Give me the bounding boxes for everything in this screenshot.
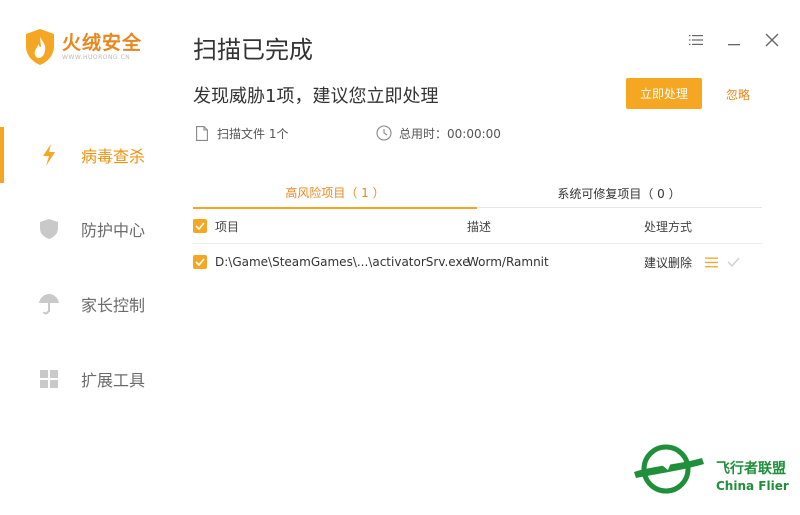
threat-description: Worm/Ramnit [467, 255, 549, 269]
scanned-files-label: 扫描文件 1个 [217, 126, 289, 141]
select-all-checkbox[interactable] [193, 208, 207, 244]
close-icon[interactable] [762, 30, 782, 50]
table-row: D:\Game\SteamGames\...\activatorSrv.exe … [193, 244, 762, 280]
watermark-en: China Flier [716, 479, 789, 493]
umbrella-icon [38, 293, 60, 315]
column-header-action: 处理方式 [644, 219, 693, 234]
threat-action[interactable]: 建议删除 [644, 244, 692, 280]
shield-icon [38, 218, 60, 240]
checkbox-checked-icon [193, 255, 207, 269]
sidebar: 火绒安全 WWW.HUORONG.CN 病毒查杀 防护中心 家长控制 扩展工具 [0, 0, 170, 515]
ignore-link[interactable]: 忽略 [726, 86, 750, 103]
app-logo: 火绒安全 WWW.HUORONG.CN [24, 28, 142, 66]
flame-shield-icon [26, 29, 54, 65]
lightning-icon [38, 144, 60, 166]
app-name: 火绒安全 [62, 32, 143, 54]
action-menu-icon[interactable] [705, 244, 718, 280]
result-tabs: 高风险项目（ 1 ） 系统可修复项目（ 0 ） [193, 178, 762, 209]
clock-icon [375, 124, 393, 142]
page-title: 扫描已完成 [193, 36, 313, 64]
menu-icon[interactable] [686, 30, 706, 50]
table-header: 项目 描述 处理方式 [193, 208, 762, 244]
handle-now-button[interactable]: 立即处理 [626, 78, 702, 109]
sidebar-item-label: 病毒查杀 [81, 147, 146, 166]
sidebar-item-label: 家长控制 [81, 296, 146, 315]
app-url: WWW.HUORONG.CN [62, 54, 131, 61]
total-time-label: 总用时：00:00:00 [399, 126, 501, 141]
tab-high-risk[interactable]: 高风险项目（ 1 ） [193, 178, 477, 209]
scanned-files-info: 扫描文件 1个 [193, 124, 288, 142]
sidebar-item-parental-control[interactable]: 家长控制 [0, 276, 170, 332]
checkbox-checked-icon [193, 219, 207, 233]
trust-check-icon[interactable] [727, 244, 740, 280]
sidebar-item-extension-tools[interactable]: 扩展工具 [0, 351, 170, 407]
sidebar-item-virus-scan[interactable]: 病毒查杀 [0, 127, 170, 183]
threat-file-path: D:\Game\SteamGames\...\activatorSrv.exe [215, 255, 470, 269]
row-checkbox[interactable] [193, 244, 207, 280]
sidebar-item-label: 防护中心 [81, 221, 146, 240]
sidebar-item-label: 扩展工具 [81, 371, 146, 390]
watermark-cn: 飞行者联盟 [716, 460, 786, 477]
column-header-item: 项目 [215, 219, 240, 234]
tab-system-repairable[interactable]: 系统可修复项目（ 0 ） [477, 178, 761, 208]
file-icon [193, 124, 211, 142]
total-time-info: 总用时：00:00:00 [375, 124, 501, 142]
minimize-icon[interactable] [724, 30, 744, 50]
grid-icon [38, 368, 60, 390]
threat-summary: 发现威胁1项，建议您立即处理 [193, 86, 439, 107]
sidebar-item-protection[interactable]: 防护中心 [0, 201, 170, 257]
column-header-description: 描述 [467, 219, 492, 234]
china-flier-watermark: 飞行者联盟 China Flier [634, 444, 789, 494]
